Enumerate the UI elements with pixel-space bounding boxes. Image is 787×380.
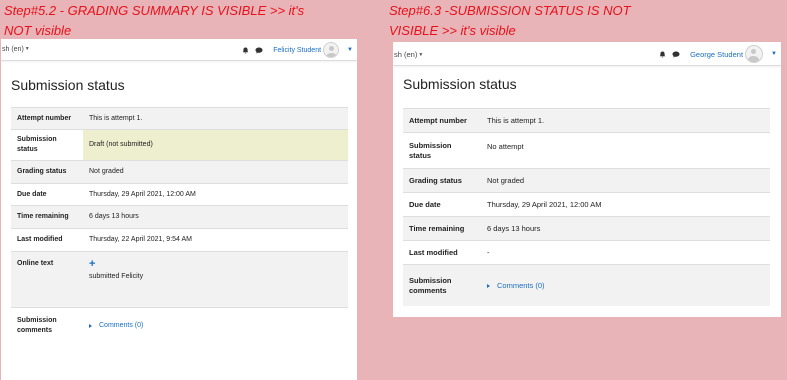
right-caption-line2: VISIBLE >> it's visible — [389, 23, 516, 38]
row-label: Grading status — [17, 168, 67, 175]
comments-label: Comments (0) — [497, 280, 545, 290]
row-label-line: comments — [17, 326, 53, 334]
row-label-line: status — [409, 150, 432, 160]
caret-down-icon[interactable]: ▼ — [347, 47, 353, 53]
table-row: Due date Thursday, 29 April 2021, 12:00 … — [11, 183, 348, 205]
row-label: Submission comments — [403, 265, 481, 306]
table-row: Last modified - — [403, 240, 770, 264]
row-value: Not graded — [89, 168, 124, 175]
row-value: Thursday, 29 April 2021, 12:00 AM — [89, 190, 196, 198]
user-nav: George Student ▼ — [659, 45, 777, 63]
row-value: No attempt — [487, 142, 524, 151]
row-label-line: status — [17, 146, 38, 153]
language-label: sh (en) — [2, 46, 24, 53]
bell-icon[interactable] — [659, 50, 666, 58]
table-row: Time remaining 6 days 13 hours — [403, 216, 770, 240]
chat-icon[interactable] — [672, 50, 680, 58]
right-navbar: sh (en)▼ George Student ▼ — [393, 42, 781, 66]
row-value: Comments (0) — [481, 265, 770, 306]
row-label-line: comments — [409, 285, 447, 295]
online-text-value: + submitted Felicity — [83, 252, 348, 307]
row-label: Submission comments — [11, 308, 83, 343]
row-value: Thursday, 22 April 2021, 9:54 AM — [89, 236, 192, 243]
row-value: This is attempt 1. — [487, 115, 545, 125]
row-value: Comments (0) — [83, 308, 348, 343]
left-caption: Step#5.2 - GRADING SUMMARY IS VISIBLE >>… — [4, 1, 354, 41]
right-screenshot: sh (en)▼ George Student ▼ Submission sta… — [393, 42, 781, 317]
comments-link[interactable]: Comments (0) — [487, 281, 545, 291]
row-label: Due date — [409, 199, 441, 209]
user-name[interactable]: Felicity Student — [273, 47, 321, 54]
row-label: Grading status — [409, 175, 462, 185]
page-title: Submission status — [11, 77, 125, 93]
comments-link[interactable]: Comments (0) — [89, 321, 143, 331]
row-label: Attempt number — [17, 114, 72, 122]
table-row: Due date Thursday, 29 April 2021, 12:00 … — [403, 192, 770, 216]
left-navbar: sh (en)▼ Felicity Student ▼ — [1, 39, 357, 61]
plus-icon[interactable]: + — [89, 259, 95, 270]
language-menu[interactable]: sh (en)▼ — [394, 50, 423, 59]
user-nav: Felicity Student ▼ — [242, 42, 353, 58]
table-row: Attempt number This is attempt 1. — [403, 108, 770, 132]
triangle-right-icon — [89, 323, 92, 328]
table-row: Submission status No attempt — [403, 132, 770, 168]
user-name[interactable]: George Student — [690, 50, 743, 59]
row-value: 6 days 13 hours — [487, 223, 541, 233]
page-title: Submission status — [403, 76, 517, 92]
row-label-line: Submission — [17, 316, 57, 324]
submission-status-table: Attempt number This is attempt 1. Submis… — [403, 108, 770, 306]
row-value: Thursday, 29 April 2021, 12:00 AM — [487, 199, 602, 209]
caret-down-icon: ▼ — [418, 52, 424, 58]
row-value: 6 days 13 hours — [89, 213, 139, 220]
row-label: Submission status — [11, 130, 83, 160]
table-row: Submission status Draft (not submitted) — [11, 129, 348, 160]
table-row: Grading status Not graded — [403, 168, 770, 192]
left-screenshot: sh (en)▼ Felicity Student ▼ Submission s… — [1, 39, 357, 380]
row-label: Last modified — [409, 247, 458, 257]
left-caption-line1: Step#5.2 - GRADING SUMMARY IS VISIBLE >>… — [4, 3, 305, 18]
row-label-line: Submission — [17, 136, 57, 143]
table-row: Attempt number This is attempt 1. — [11, 107, 348, 129]
row-label-line: Submission — [409, 275, 452, 285]
comments-label: Comments (0) — [99, 321, 144, 329]
row-label: Online text — [17, 260, 54, 267]
right-caption: Step#6.3 -SUBMISSION STATUS IS NOT VISIB… — [389, 1, 779, 41]
row-value: This is attempt 1. — [89, 114, 143, 122]
submission-status-table: Attempt number This is attempt 1. Submis… — [11, 107, 348, 343]
row-label: Time remaining — [409, 223, 465, 233]
caret-down-icon[interactable]: ▼ — [771, 51, 777, 57]
row-value: - — [487, 247, 490, 257]
language-label: sh (en) — [394, 50, 418, 59]
row-label-line: Submission — [409, 140, 452, 150]
language-menu[interactable]: sh (en)▼ — [2, 46, 30, 53]
status-value-draft: Draft (not submitted) — [83, 130, 348, 160]
right-caption-line1: Step#6.3 -SUBMISSION STATUS IS NOT — [389, 3, 631, 18]
row-value: Not graded — [487, 175, 525, 185]
table-row: Time remaining 6 days 13 hours — [11, 205, 348, 228]
avatar-icon[interactable] — [323, 42, 340, 58]
caret-down-icon: ▼ — [24, 46, 30, 52]
row-label: Last modified — [17, 236, 63, 243]
table-row: Online text + submitted Felicity — [11, 251, 348, 307]
chat-icon[interactable] — [255, 46, 263, 54]
row-label: Due date — [17, 190, 47, 198]
row-label: Attempt number — [409, 115, 467, 125]
row-label: Time remaining — [17, 213, 69, 220]
online-text-content: submitted Felicity — [89, 273, 144, 280]
avatar-icon[interactable] — [745, 45, 764, 63]
bell-icon[interactable] — [242, 46, 249, 54]
triangle-right-icon — [487, 283, 490, 288]
row-label: Submission status — [403, 133, 481, 168]
table-row: Grading status Not graded — [11, 160, 348, 183]
left-caption-line2: NOT visible — [4, 23, 72, 38]
table-row: Submission comments Comments (0) — [403, 264, 770, 306]
table-row: Submission comments Comments (0) — [11, 307, 348, 343]
table-row: Last modified Thursday, 22 April 2021, 9… — [11, 228, 348, 251]
